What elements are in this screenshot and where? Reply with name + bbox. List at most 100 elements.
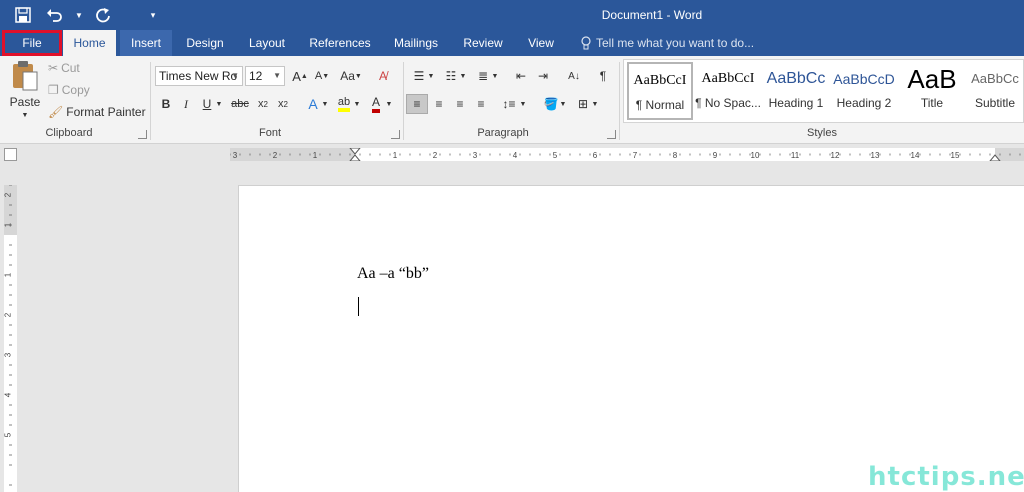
tell-me-box[interactable]: Tell me what you want to do... [580, 30, 754, 56]
tab-view[interactable]: View [520, 30, 562, 56]
ruler-label: 9 [713, 151, 718, 160]
style-preview: AaBbCcD [833, 71, 895, 87]
ruler-label: 12 [831, 151, 840, 160]
ruler-label: 13 [871, 151, 880, 160]
ruler-label: 1 [4, 272, 13, 277]
text-cursor [358, 297, 359, 316]
align-center-icon[interactable]: ≡ [428, 94, 450, 114]
font-name-value: Times New Ro [159, 69, 238, 83]
bold-button[interactable]: B [155, 94, 177, 114]
tab-home[interactable]: Home [63, 30, 116, 56]
clipboard-group-label: Clipboard [45, 127, 93, 139]
clipboard-launcher-icon[interactable] [138, 130, 147, 139]
style-title[interactable]: AaB Title [899, 62, 965, 120]
style-name: Subtitle [974, 96, 1016, 110]
style-heading-2[interactable]: AaBbCcD Heading 2 [831, 62, 897, 120]
style-no-spacing[interactable]: AaBbCcI ¶ No Spac... [695, 62, 761, 120]
tell-me-text: Tell me what you want to do... [596, 36, 755, 50]
copy-label: Copy [61, 83, 90, 97]
style-heading-1[interactable]: AaBbCc Heading 1 [763, 62, 829, 120]
ruler-label: 2 [433, 151, 438, 160]
styles-gallery: AaBbCcI ¶ Normal AaBbCcI ¶ No Spac... Aa… [623, 59, 1024, 123]
tab-insert[interactable]: Insert [120, 30, 172, 56]
document-title: Document1 - Word [601, 8, 703, 22]
ruler-label: 11 [791, 151, 800, 160]
tab-selector-icon[interactable] [4, 148, 17, 161]
style-normal[interactable]: AaBbCcI ¶ Normal [627, 62, 693, 120]
tab-layout[interactable]: Layout [240, 30, 294, 56]
text-effects-dropdown-icon[interactable]: ▼ [320, 94, 330, 114]
style-name: Heading 1 [768, 96, 824, 110]
vertical-ruler[interactable]: 2 1 1 2 3 4 5 [4, 185, 17, 492]
highlight-dropdown-icon[interactable]: ▼ [352, 94, 362, 114]
styles-group-label: Styles [807, 127, 837, 139]
bullets-dropdown-icon[interactable]: ▼ [426, 66, 436, 86]
ruler-label: 3 [473, 151, 478, 160]
copy-button[interactable]: ❐ Copy [48, 83, 90, 97]
paragraph-launcher-icon[interactable] [607, 130, 616, 139]
tab-references[interactable]: References [304, 30, 376, 56]
justify-icon[interactable]: ≡ [470, 94, 492, 114]
align-left-icon[interactable]: ≡ [406, 94, 428, 114]
strikethrough-button[interactable]: abc [229, 94, 251, 114]
borders-dropdown-icon[interactable]: ▼ [590, 94, 600, 114]
chevron-down-icon: ▼ [273, 71, 281, 80]
clear-formatting-icon[interactable]: A̸ [372, 66, 394, 86]
font-color-dropdown-icon[interactable]: ▼ [384, 94, 394, 114]
line-spacing-icon[interactable]: ↕≡ [498, 94, 520, 114]
superscript-button[interactable]: x2 [272, 94, 294, 114]
multilevel-dropdown-icon[interactable]: ▼ [490, 66, 500, 86]
copy-icon: ❐ [48, 83, 59, 97]
cut-button[interactable]: ✂ Cut [48, 61, 80, 75]
chevron-down-icon: ▼ [231, 71, 239, 80]
format-painter-button[interactable]: 🖌 Format Painter [48, 105, 146, 119]
paste-button[interactable]: Paste ▼ [8, 60, 42, 119]
style-preview: AaBbCcI [633, 73, 687, 88]
paste-dropdown-icon: ▼ [21, 112, 29, 119]
ribbon: Paste ▼ ✂ Cut ❐ Copy 🖌 Format Painter Clipb… [0, 56, 1024, 144]
pilcrow-icon[interactable]: ¶ [592, 66, 614, 86]
sort-icon[interactable]: A↓ [563, 66, 585, 86]
ruler-label: 6 [593, 151, 598, 160]
line-spacing-dropdown-icon[interactable]: ▼ [518, 94, 528, 114]
decrease-indent-icon[interactable]: ⇤ [510, 66, 532, 86]
shading-dropdown-icon[interactable]: ▼ [558, 94, 568, 114]
title-bar: ▼ ▾ Document1 - Word [0, 0, 1024, 30]
italic-button[interactable]: I [175, 94, 197, 114]
ruler-label: 4 [513, 151, 518, 160]
ruler-label: 3 [233, 151, 238, 160]
font-launcher-icon[interactable] [391, 130, 400, 139]
style-preview: AaBbCcI [701, 71, 755, 86]
style-name: ¶ Normal [635, 98, 685, 112]
ruler-label: 15 [951, 151, 960, 160]
document-text[interactable]: Aa –a “bb” [357, 265, 429, 283]
ribbon-tabs: File Home Insert Design Layout Reference… [0, 30, 1024, 56]
lightbulb-icon [581, 36, 591, 50]
shrink-font-button[interactable]: A ▼ [311, 66, 333, 86]
tab-file[interactable]: File [2, 30, 62, 56]
change-case-button[interactable]: Aa ▼ [336, 66, 366, 86]
font-size-dropdown[interactable]: 12 ▼ [245, 66, 285, 86]
underline-dropdown-icon[interactable]: ▼ [214, 94, 224, 114]
horizontal-ruler[interactable]: 3 2 1 1 2 3 4 5 6 7 8 9 10 11 12 13 14 15 [230, 148, 1024, 161]
ruler-label: 1 [313, 151, 318, 160]
tab-design[interactable]: Design [180, 30, 230, 56]
paste-icon [13, 61, 38, 91]
font-name-dropdown[interactable]: Times New Ro ▼ [155, 66, 243, 86]
align-right-icon[interactable]: ≡ [449, 94, 471, 114]
tab-mailings[interactable]: Mailings [386, 30, 446, 56]
document-page[interactable]: Aa –a “bb” [238, 185, 1024, 492]
format-painter-label: Format Painter [66, 105, 146, 119]
paragraph-group-label: Paragraph [477, 127, 529, 139]
style-name: Heading 2 [836, 96, 892, 110]
style-subtitle[interactable]: AaBbCc Subtitle [967, 62, 1023, 120]
increase-indent-icon[interactable]: ⇥ [532, 66, 554, 86]
subscript-button[interactable]: x2 [252, 94, 274, 114]
ruler-label: 14 [911, 151, 920, 160]
tab-review[interactable]: Review [456, 30, 510, 56]
grow-font-button[interactable]: A ▲ [289, 66, 311, 86]
ruler-label: 4 [4, 392, 13, 397]
font-group-label: Font [258, 127, 281, 139]
numbering-dropdown-icon[interactable]: ▼ [458, 66, 468, 86]
style-preview: AaBbCc [766, 70, 826, 87]
